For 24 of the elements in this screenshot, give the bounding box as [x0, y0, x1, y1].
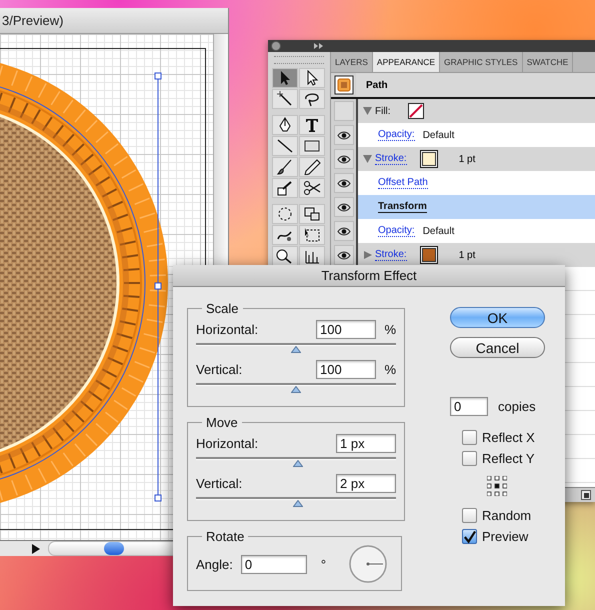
window-title: 3/Preview): [1, 13, 64, 28]
object-name: Path: [365, 80, 388, 90]
group-title: Scale: [205, 301, 240, 316]
field-label: Horizontal:: [196, 436, 260, 450]
stroke-weight: 1 pt: [458, 250, 476, 260]
stroke-weight: 1 pt: [458, 154, 476, 164]
dialog-title: Transform Effect: [321, 268, 417, 283]
field-label: Horizontal:: [196, 322, 260, 336]
group-title: Move: [205, 415, 239, 430]
unit-label: °: [320, 556, 326, 572]
unit-label: %: [383, 322, 396, 336]
checkbox-label: Reflect Y: [482, 451, 535, 466]
checkbox-label: Reflect X: [482, 430, 535, 445]
unit-label: %: [383, 362, 396, 376]
checkbox-label: Preview: [482, 529, 528, 544]
field-label: Angle:: [196, 556, 233, 572]
copies-label: copies: [498, 399, 536, 414]
opacity-value: Default: [422, 226, 454, 236]
fill-label: Fill:: [375, 106, 391, 116]
opacity-value: Default: [422, 130, 454, 140]
field-label: Vertical:: [196, 362, 244, 376]
group-title: Rotate: [205, 529, 246, 544]
field-label: Vertical:: [196, 476, 244, 490]
checkbox-label: Random: [482, 508, 532, 523]
